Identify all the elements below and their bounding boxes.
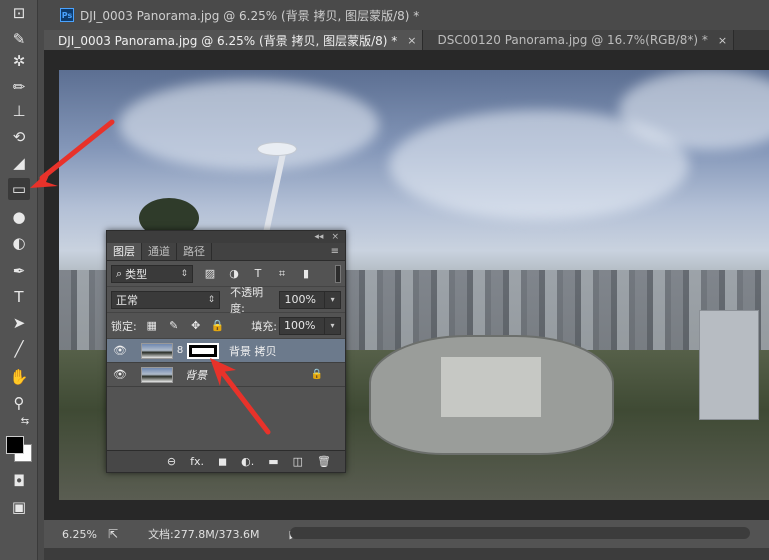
close-icon[interactable]: ×: [407, 34, 416, 47]
tab-label: DJI_0003 Panorama.jpg @ 6.25% (背景 拷贝, 图层…: [58, 33, 398, 48]
fill-label: 填充:: [251, 319, 277, 333]
foreground-color-swatch[interactable]: [6, 436, 24, 454]
tab-paths[interactable]: 路径: [177, 243, 212, 260]
shape-filter-icon[interactable]: ⌗: [275, 267, 289, 281]
line-icon[interactable]: ╱: [8, 338, 30, 360]
lock-image-icon[interactable]: ✎: [167, 319, 181, 333]
bottom-strip: [44, 548, 769, 560]
zoom-level[interactable]: 6.25%: [62, 528, 102, 541]
zoom-icon[interactable]: ⚲: [8, 392, 30, 414]
stadium: [369, 335, 614, 455]
link-layers-icon[interactable]: ⊖: [167, 455, 176, 468]
path-selection-icon[interactable]: ➤: [8, 312, 30, 334]
tools-panel: ⊡ ✎ ✲ ✏ ⊥ ⟲ ◢ ▭ ● ◐ ✒ T ➤ ╱ ✋ ⚲ ⇆ ◘ ▣: [0, 0, 38, 560]
brush-icon[interactable]: ✏: [8, 76, 30, 98]
quick-mask-icon[interactable]: ◘: [8, 470, 30, 492]
light-tower-head: [257, 142, 297, 156]
layer-filter-row: ⌕ 类型 ⇕ ▨ ◑ T ⌗ ▮: [107, 261, 345, 287]
layer-background[interactable]: 👁 背景 🔒: [107, 363, 345, 387]
eye-icon[interactable]: 👁: [107, 344, 133, 357]
blend-row: 正常 ⇕ 不透明度: 100% ▾: [107, 285, 345, 315]
dodge-icon[interactable]: ◐: [8, 232, 30, 254]
group-folder-icon[interactable]: ▬: [268, 455, 278, 468]
chevron-updown-icon: ⇕: [207, 294, 216, 305]
link-icon[interactable]: 8: [175, 345, 185, 356]
opacity-label: 不透明度:: [230, 285, 264, 315]
layer-background-copy[interactable]: 👁 8 背景 拷贝: [107, 339, 345, 363]
hand-icon[interactable]: ✋: [8, 366, 30, 388]
tab-layers[interactable]: 图层: [107, 243, 142, 260]
swap-colors-icon[interactable]: ⇆: [18, 414, 32, 428]
document-tabs: DJI_0003 Panorama.jpg @ 6.25% (背景 拷贝, 图层…: [44, 30, 769, 50]
screen-mode-icon[interactable]: ▣: [8, 496, 30, 518]
building: [699, 310, 759, 420]
filter-label: 类型: [125, 267, 148, 281]
layers-panel: ◂◂ × 图层 通道 路径 ≡ ⌕ 类型 ⇕ ▨ ◑ T ⌗ ▮ 正常 ⇕ 不透…: [106, 230, 346, 473]
fx-icon[interactable]: fx.: [190, 455, 204, 468]
layer-thumbnail: [141, 342, 173, 359]
blend-mode-value: 正常: [116, 293, 138, 307]
blur-icon[interactable]: ●: [8, 206, 30, 228]
tab-dsc00120[interactable]: DSC00120 Panorama.jpg @ 16.7%(RGB/8*) * …: [423, 30, 735, 50]
layer-name[interactable]: 背景 拷贝: [229, 343, 277, 359]
layer-mask-thumbnail[interactable]: [187, 342, 219, 359]
lock-all-icon[interactable]: 🔒: [211, 319, 225, 333]
pixel-filter-icon[interactable]: ▨: [203, 267, 217, 281]
lock-row: 锁定: ▦ ✎ ✥ 🔒 填充: 100% ▾: [107, 313, 345, 339]
photoshop-logo-icon: Ps: [60, 8, 74, 22]
cloud: [119, 80, 379, 170]
lock-icon: 🔒: [310, 369, 323, 380]
fill-input[interactable]: 100%: [279, 316, 325, 335]
panel-tabs: 图层 通道 路径 ≡: [107, 243, 345, 261]
lock-label: 锁定:: [111, 319, 137, 333]
chevron-updown-icon: ⇕: [180, 268, 188, 279]
new-layer-icon[interactable]: ◫: [293, 455, 303, 468]
layer-name[interactable]: 背景: [185, 367, 207, 383]
adjustment-filter-icon[interactable]: ◑: [227, 267, 241, 281]
blend-mode-select[interactable]: 正常 ⇕: [111, 290, 221, 309]
smart-object-filter-icon[interactable]: ▮: [299, 267, 313, 281]
layer-filter-select[interactable]: ⌕ 类型 ⇕: [111, 264, 193, 283]
lock-transparent-icon[interactable]: ▦: [145, 319, 159, 333]
chevron-down-icon[interactable]: ▾: [325, 316, 341, 335]
tab-dji-0003[interactable]: DJI_0003 Panorama.jpg @ 6.25% (背景 拷贝, 图层…: [44, 30, 424, 50]
chevron-down-icon[interactable]: ▾: [325, 290, 342, 309]
tab-channels[interactable]: 通道: [142, 243, 177, 260]
type-icon[interactable]: T: [8, 286, 30, 308]
type-filter-icon[interactable]: T: [251, 267, 265, 281]
eyedropper-icon[interactable]: ✎: [8, 28, 30, 50]
stadium-roof: [441, 357, 541, 417]
window-title: DJI_0003 Panorama.jpg @ 6.25% (背景 拷贝, 图层…: [80, 8, 420, 23]
layer-thumbnail: [141, 366, 173, 383]
trash-icon[interactable]: 🗑: [317, 455, 331, 468]
crop-icon[interactable]: ⊡: [8, 2, 30, 24]
horizontal-scrollbar[interactable]: [290, 527, 750, 539]
filter-toggle[interactable]: [335, 264, 341, 283]
opacity-input[interactable]: 100%: [279, 290, 326, 309]
panel-header: ◂◂ ×: [107, 231, 345, 243]
tab-label: DSC00120 Panorama.jpg @ 16.7%(RGB/8*) *: [437, 33, 708, 47]
healing-brush-icon[interactable]: ✲: [8, 50, 30, 72]
adjustment-layer-icon[interactable]: ◐.: [241, 455, 254, 468]
lock-position-icon[interactable]: ✥: [189, 319, 203, 333]
eye-icon[interactable]: 👁: [107, 368, 133, 381]
export-icon[interactable]: ⇱: [108, 527, 118, 541]
collapse-icon[interactable]: ◂◂: [314, 232, 323, 242]
pen-icon[interactable]: ✒: [8, 260, 30, 282]
gradient-icon[interactable]: ▭: [8, 178, 30, 200]
search-icon: ⌕: [116, 266, 123, 280]
close-icon[interactable]: ×: [331, 232, 339, 242]
history-brush-icon[interactable]: ⟲: [8, 126, 30, 148]
panel-menu-icon[interactable]: ≡: [331, 243, 345, 260]
window-titlebar: Ps DJI_0003 Panorama.jpg @ 6.25% (背景 拷贝,…: [44, 0, 769, 30]
add-mask-icon[interactable]: ◼: [218, 455, 227, 468]
close-icon[interactable]: ×: [718, 34, 727, 47]
layers-panel-footer: ⊖ fx. ◼ ◐. ▬ ◫ 🗑: [107, 450, 345, 472]
document-size: 文档:277.8M/373.6M: [148, 528, 260, 541]
eraser-icon[interactable]: ◢: [8, 152, 30, 174]
clone-stamp-icon[interactable]: ⊥: [8, 100, 30, 122]
